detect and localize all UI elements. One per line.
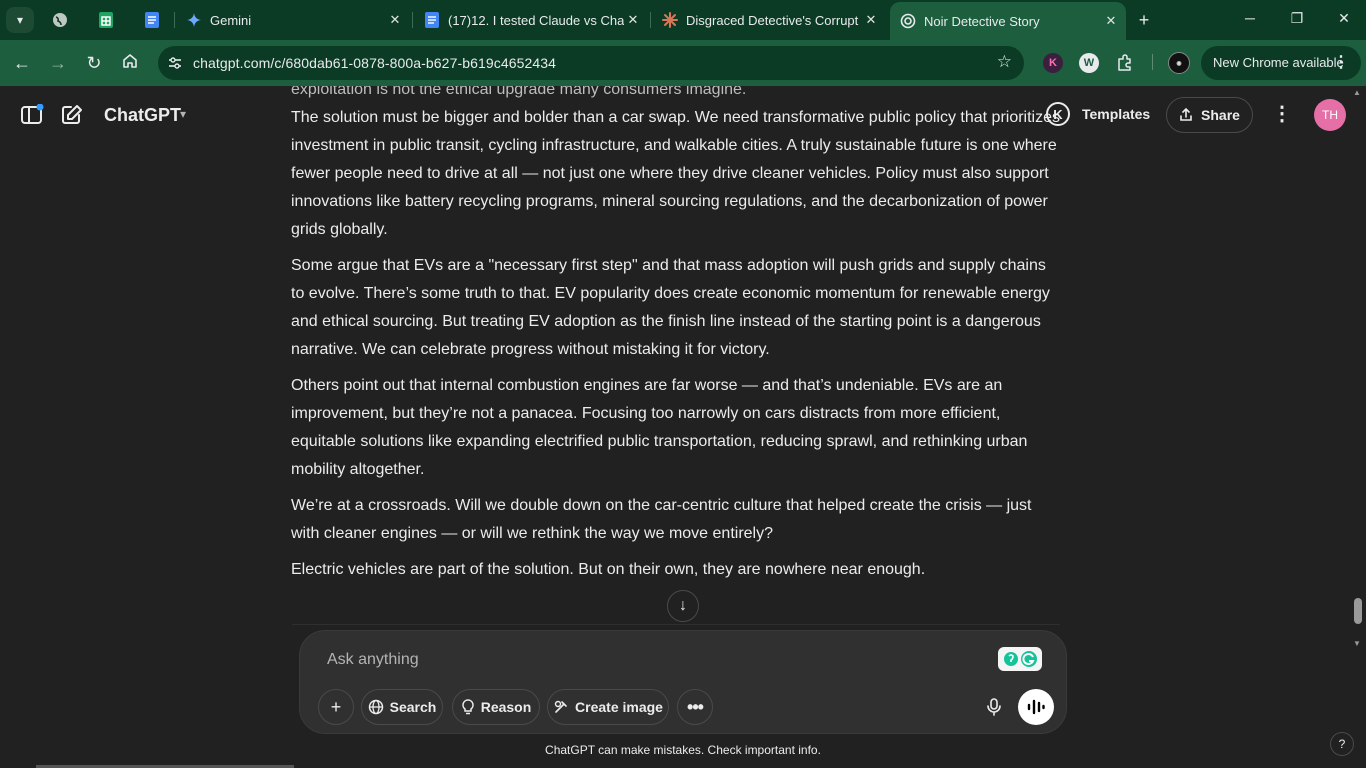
tab-noir-detective-story[interactable]: Noir Detective Story ✕ — [890, 2, 1126, 40]
extensions-puzzle-icon[interactable] — [1115, 53, 1135, 73]
message-paragraph: Others point out that internal combustio… — [291, 377, 1028, 478]
user-avatar[interactable]: TH — [1314, 99, 1346, 131]
create-image-button[interactable]: Create image — [547, 689, 669, 725]
gemini-icon — [186, 12, 202, 28]
sheets-icon — [99, 12, 113, 28]
tab-separator — [650, 12, 651, 28]
sidebar-toggle-icon[interactable] — [20, 104, 44, 126]
reason-label: Reason — [480, 699, 532, 715]
toolbar-separator — [1152, 54, 1153, 70]
share-button[interactable]: Share — [1166, 97, 1253, 133]
chatgpt-page: ChatGPT ▾ K Templates Share ⋮ TH exploit… — [0, 86, 1366, 768]
tab-title: Gemini — [210, 12, 252, 28]
extension-k-icon[interactable]: K — [1043, 53, 1063, 73]
message-paragraph: Some argue that EVs are a "necessary fir… — [291, 257, 1050, 358]
arrow-down-icon: ↓ — [679, 597, 687, 614]
grammarly-icon[interactable] — [998, 647, 1042, 671]
message-paragraph: Electric vehicles are part of the soluti… — [291, 561, 926, 578]
close-icon[interactable]: ✕ — [386, 12, 404, 28]
scroll-down-arrow[interactable]: ▼ — [1353, 639, 1361, 648]
more-options-icon[interactable]: ⋮ — [1272, 103, 1292, 125]
chevron-down-icon[interactable]: ▾ — [180, 107, 186, 121]
pinned-tab-sheets[interactable] — [94, 8, 118, 32]
new-chat-icon[interactable] — [60, 104, 84, 126]
voice-waveform-icon — [1027, 699, 1045, 715]
close-icon[interactable]: ✕ — [624, 12, 642, 28]
microphone-icon — [987, 698, 1001, 716]
lightbulb-icon — [462, 699, 474, 715]
templates-label: Templates — [1082, 106, 1151, 122]
browser-toolbar: ← → ↻ chatgpt.com/c/680dab61-0878-800a-b… — [0, 40, 1366, 86]
plus-icon: + — [330, 696, 342, 717]
share-icon — [1180, 108, 1192, 121]
ellipsis-icon: ••• — [687, 696, 704, 717]
new-tab-button[interactable]: + — [1134, 10, 1154, 30]
openai-icon — [900, 13, 916, 29]
voice-mode-button[interactable] — [1018, 689, 1054, 725]
scrollbar-thumb[interactable] — [1354, 598, 1362, 624]
pinned-tab-docs[interactable] — [140, 8, 164, 32]
home-icon — [123, 54, 137, 68]
tab-separator — [174, 12, 175, 28]
forward-button[interactable]: → — [47, 52, 69, 74]
tab-title: Disgraced Detective's Corrupt C — [686, 12, 862, 28]
help-button[interactable]: ? — [1330, 732, 1354, 756]
search-label: Search — [389, 699, 437, 715]
extension-w-icon[interactable]: W — [1079, 53, 1099, 73]
docs-icon — [145, 12, 159, 28]
tab-separator — [412, 12, 413, 28]
message-paragraph: The solution must be bigger and bolder t… — [291, 109, 1060, 238]
claude-icon — [662, 12, 678, 28]
scroll-up-arrow[interactable]: ▲ — [1353, 88, 1361, 97]
pinned-tab-globe[interactable] — [48, 8, 72, 32]
site-info-icon[interactable] — [166, 54, 184, 72]
close-icon[interactable]: ✕ — [862, 12, 880, 28]
profile-avatar-icon[interactable]: ◉ — [1168, 52, 1190, 74]
prompt-input[interactable]: Ask anything — [327, 651, 419, 669]
message-paragraph: We’re at a crossroads. Will we double do… — [291, 497, 1032, 542]
docs-icon — [424, 12, 440, 28]
assistant-message: exploitation is not the ethical upgrade … — [291, 86, 1061, 626]
update-label: New Chrome available — [1213, 55, 1344, 70]
tab-search-button[interactable]: ▾ — [6, 7, 34, 33]
globe-icon — [53, 13, 67, 27]
address-bar[interactable]: chatgpt.com/c/680dab61-0878-800a-b627-b6… — [158, 46, 1024, 80]
image-brush-icon — [554, 700, 567, 713]
dictate-button[interactable] — [976, 689, 1012, 725]
scroll-to-bottom-button[interactable]: ↓ — [667, 590, 699, 622]
chevron-down-icon: ▾ — [16, 13, 24, 27]
browser-tab-strip: ▾ Gemini ✕ (17)12. I tested Claude vs Ch… — [0, 0, 1366, 40]
bookmark-star-icon[interactable]: ☆ — [997, 52, 1012, 72]
composer-divider — [292, 624, 1060, 625]
search-button[interactable]: Search — [361, 689, 443, 725]
clipped-text-line: exploitation is not the ethical upgrade … — [291, 86, 747, 98]
minimize-button[interactable]: ─ — [1238, 10, 1262, 26]
share-label: Share — [1201, 107, 1240, 123]
window-close-button[interactable]: ✕ — [1332, 10, 1356, 27]
home-button[interactable] — [119, 52, 141, 74]
disclaimer-text: ChatGPT can make mistakes. Check importa… — [545, 743, 821, 757]
close-icon[interactable]: ✕ — [1102, 13, 1120, 29]
extension-w-label: W — [1083, 57, 1095, 69]
tab-claude[interactable]: Disgraced Detective's Corrupt C ✕ — [652, 6, 886, 34]
add-attachment-button[interactable]: + — [318, 689, 354, 725]
model-selector[interactable]: ChatGPT — [104, 105, 181, 126]
tab-docs-article[interactable]: (17)12. I tested Claude vs ChatG ✕ — [414, 6, 648, 34]
kebab-menu-icon[interactable]: ⋮ — [1333, 46, 1349, 80]
url-text: chatgpt.com/c/680dab61-0878-800a-b627-b6… — [193, 55, 557, 71]
new-chrome-available-button[interactable]: New Chrome available ⋮ — [1201, 46, 1361, 80]
reload-button[interactable]: ↻ — [83, 52, 105, 74]
templates-button[interactable]: K Templates — [1046, 102, 1150, 126]
create-image-label: Create image — [575, 699, 663, 715]
tab-gemini[interactable]: Gemini ✕ — [176, 6, 410, 34]
composer[interactable]: Ask anything + Search Reason Create imag… — [299, 630, 1067, 734]
tab-title: Noir Detective Story — [924, 13, 1040, 29]
extension-k-label: K — [1049, 57, 1057, 69]
reason-button[interactable]: Reason — [452, 689, 540, 725]
back-button[interactable]: ← — [11, 52, 33, 74]
more-tools-button[interactable]: ••• — [677, 689, 713, 725]
restore-button[interactable]: ❐ — [1285, 10, 1309, 27]
globe-icon — [368, 699, 383, 715]
tab-title: (17)12. I tested Claude vs ChatG — [448, 12, 624, 28]
